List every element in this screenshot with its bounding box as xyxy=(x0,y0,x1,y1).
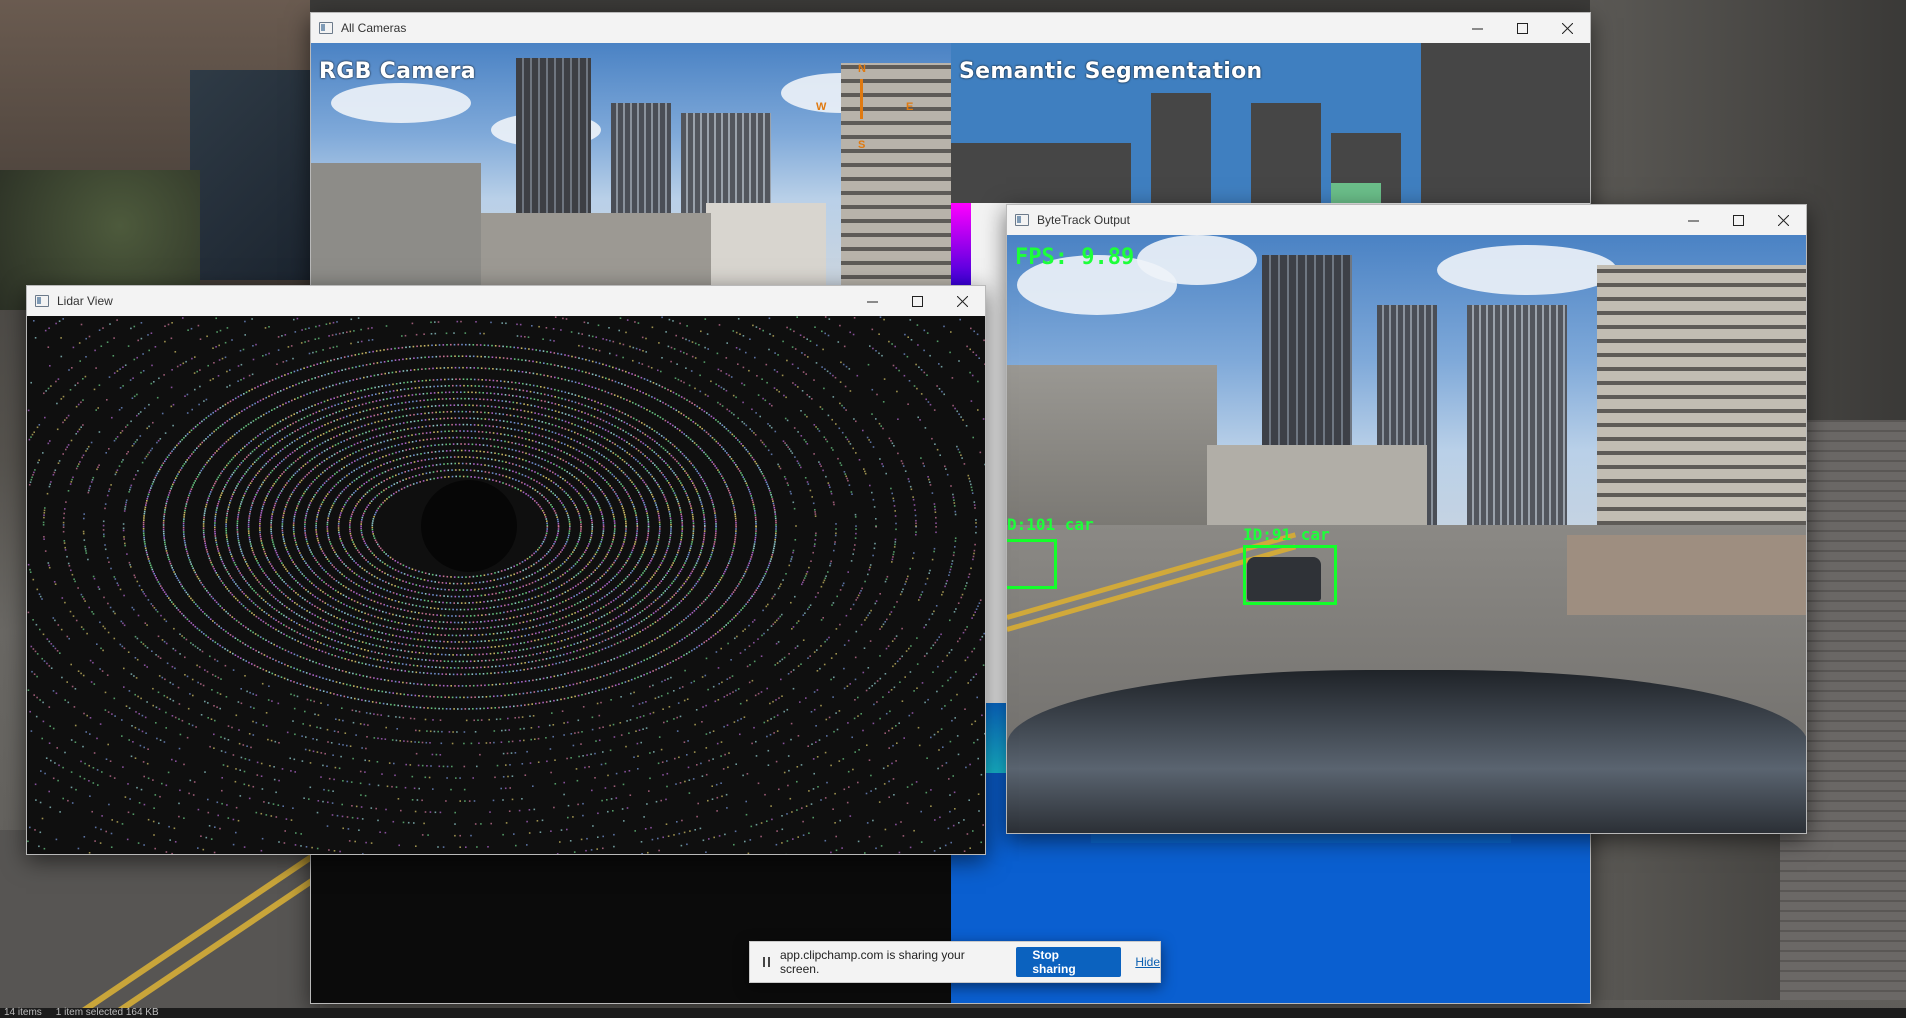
lidar-ring xyxy=(933,824,984,852)
bytetrack-window[interactable]: ByteTrack Output D:101 car ID:91 car FPS… xyxy=(1006,204,1807,834)
minimize-button[interactable] xyxy=(1671,205,1716,235)
maximize-button[interactable] xyxy=(895,286,940,316)
compass-needle xyxy=(860,79,863,119)
minimize-button[interactable] xyxy=(1455,13,1500,43)
cloud xyxy=(1437,245,1617,295)
maximize-button[interactable] xyxy=(1716,205,1761,235)
seg-building xyxy=(1251,103,1321,203)
compass-n: N xyxy=(858,63,866,75)
lidar-ring xyxy=(35,732,985,854)
minimize-button[interactable] xyxy=(850,286,895,316)
maximize-button[interactable] xyxy=(1500,13,1545,43)
lidar-ring xyxy=(27,793,980,854)
window-app-icon xyxy=(319,22,333,34)
lidar-view xyxy=(27,316,985,854)
maximize-icon xyxy=(912,295,923,307)
building xyxy=(1007,365,1217,525)
lidar-ring xyxy=(41,757,979,854)
lidar-ring xyxy=(30,316,985,848)
close-icon xyxy=(957,295,968,307)
rgb-camera-pane: N W E S RGB Camera xyxy=(311,43,951,303)
minimize-icon xyxy=(1688,220,1699,221)
lidar-window[interactable]: Lidar View xyxy=(26,285,986,855)
hide-link[interactable]: Hide xyxy=(1135,955,1160,969)
lidar-ring xyxy=(45,319,985,854)
screen-share-bar: app.clipchamp.com is sharing your screen… xyxy=(749,941,1161,983)
seg-building xyxy=(951,143,1131,203)
window-controls xyxy=(1455,13,1590,43)
close-icon xyxy=(1562,22,1573,34)
compass-w: W xyxy=(816,101,827,113)
explorer-status-bar: 14 items 1 item selected 164 KB xyxy=(0,1008,1906,1018)
window-title: Lidar View xyxy=(57,294,113,308)
window-app-icon xyxy=(35,295,49,307)
detection-label: ID:91 car xyxy=(1243,525,1330,544)
sidewalk xyxy=(1567,535,1806,615)
building xyxy=(311,163,481,303)
seg-vegetation xyxy=(1331,183,1381,203)
detection-box[interactable] xyxy=(1243,545,1337,605)
item-count: 14 items xyxy=(4,1007,42,1018)
maximize-icon xyxy=(1733,214,1744,226)
cloud xyxy=(331,83,471,123)
bytetrack-titlebar[interactable]: ByteTrack Output xyxy=(1007,205,1806,235)
building xyxy=(1207,445,1427,525)
close-icon xyxy=(1778,214,1789,226)
maximize-icon xyxy=(1517,22,1528,34)
semantic-segmentation-label: Semantic Segmentation xyxy=(959,59,1263,84)
close-button[interactable] xyxy=(940,286,985,316)
fps-counter: FPS: 9.89 xyxy=(1015,245,1135,270)
pause-icon[interactable] xyxy=(760,957,774,967)
rgb-camera-label: RGB Camera xyxy=(319,59,476,84)
close-button[interactable] xyxy=(1545,13,1590,43)
share-message: app.clipchamp.com is sharing your screen… xyxy=(779,948,965,976)
semantic-segmentation-pane: Semantic Segmentation xyxy=(951,43,1590,203)
bytetrack-view: D:101 car ID:91 car FPS: 9.89 xyxy=(1007,235,1806,833)
compass-widget: N W E S xyxy=(816,63,926,153)
seg-building xyxy=(1421,43,1590,203)
detection-label: D:101 car xyxy=(1007,515,1094,534)
detection-box[interactable] xyxy=(1007,539,1057,589)
lidar-point-cloud xyxy=(27,316,985,854)
compass-e: E xyxy=(906,101,914,113)
building xyxy=(1467,305,1567,525)
selection-info: 1 item selected 164 KB xyxy=(55,1007,159,1018)
seg-building xyxy=(1151,93,1211,203)
close-button[interactable] xyxy=(1761,205,1806,235)
window-controls xyxy=(850,286,985,316)
lidar-ring xyxy=(29,773,983,854)
lidar-ego-shadow xyxy=(421,480,517,572)
lidar-ring xyxy=(963,841,982,852)
minimize-icon xyxy=(1472,28,1483,29)
bg-mural-wall xyxy=(190,70,310,280)
window-app-icon xyxy=(1015,214,1029,226)
compass-s: S xyxy=(858,139,866,151)
stop-sharing-button[interactable]: Stop sharing xyxy=(1016,947,1122,977)
window-controls xyxy=(1671,205,1806,235)
all-cameras-titlebar[interactable]: All Cameras xyxy=(311,13,1590,43)
cloud xyxy=(1137,235,1257,285)
minimize-icon xyxy=(867,301,878,302)
window-title: All Cameras xyxy=(341,21,407,35)
lidar-titlebar[interactable]: Lidar View xyxy=(27,286,985,316)
building xyxy=(1597,265,1806,535)
window-title: ByteTrack Output xyxy=(1037,213,1130,227)
ego-car-hood xyxy=(1007,670,1806,833)
